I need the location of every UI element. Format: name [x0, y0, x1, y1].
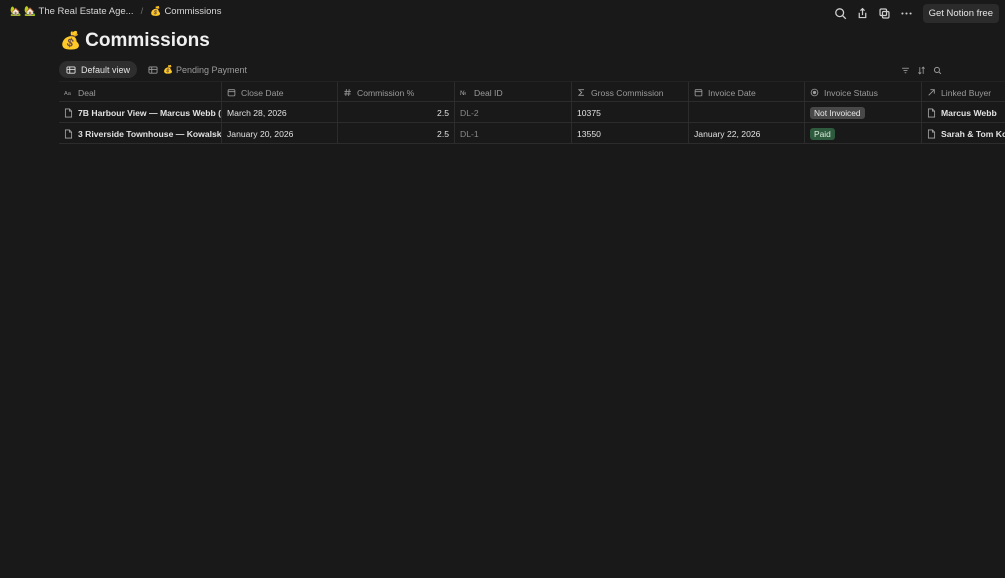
duplicate-button[interactable]: [875, 3, 895, 23]
table-icon: [66, 65, 76, 74]
table-header-row: Aa Deal Close Date Commission % № Deal I…: [59, 81, 1005, 103]
column-label: Gross Commission: [591, 87, 664, 98]
table-row[interactable]: 3 Riverside Townhouse — Kowalski January…: [59, 123, 1005, 144]
column-header-deal-id[interactable]: № Deal ID: [455, 82, 572, 103]
table-search-button[interactable]: [929, 63, 945, 77]
page-icon: [64, 108, 73, 117]
sort-icon: [917, 66, 925, 74]
page-icon: [927, 129, 936, 138]
money-bag-icon: 💰: [60, 31, 82, 50]
column-label: Deal: [78, 87, 96, 98]
column-label: Close Date: [241, 87, 284, 98]
relation-arrow-icon: [928, 89, 935, 96]
page-icon: [927, 108, 936, 117]
tab-default-view[interactable]: Default view: [59, 61, 138, 78]
table-icon: [148, 65, 158, 74]
status-icon: [810, 88, 819, 97]
cell-invoice-date[interactable]: [689, 102, 805, 123]
column-header-close-date[interactable]: Close Date: [222, 82, 338, 103]
breadcrumb: 🏡 🏡 The Real Estate Age... / 💰 Commissio…: [10, 6, 221, 17]
cell-commission-pct[interactable]: 2.5: [338, 102, 455, 123]
sigma-icon: [577, 89, 585, 96]
cell-invoice-date[interactable]: January 22, 2026: [689, 123, 805, 144]
cell-close-date[interactable]: January 20, 2026: [222, 123, 338, 144]
svg-text:№: №: [460, 90, 466, 97]
table-row[interactable]: 7B Harbour View — Marcus Webb (pe March …: [59, 102, 1005, 123]
cell-deal-id[interactable]: DL-1: [455, 123, 572, 144]
column-header-deal[interactable]: Aa Deal: [59, 82, 222, 103]
column-header-linked-buyer[interactable]: Linked Buyer: [922, 82, 1005, 103]
get-notion-free-button[interactable]: Get Notion free: [922, 3, 999, 23]
cell-invoice-status[interactable]: Not Invoiced: [805, 102, 922, 123]
column-label: Commission %: [357, 87, 415, 98]
search-icon: [835, 7, 847, 19]
more-icon: [901, 11, 912, 15]
hash-icon: [344, 89, 351, 96]
search-icon: [933, 66, 941, 74]
share-icon: [858, 7, 867, 18]
text-icon: Aa: [64, 91, 72, 97]
table-tools: [897, 63, 945, 77]
cell-gross-commission[interactable]: 10375: [572, 102, 689, 123]
commissions-table: Aa Deal Close Date Commission % № Deal I…: [59, 81, 1005, 144]
page-title-text: Commissions: [85, 30, 210, 51]
breadcrumb-workspace-label: 🏡 The Real Estate Age...: [24, 6, 134, 17]
calendar-icon: [694, 89, 703, 97]
linked-buyer-name: Sarah & Tom Kow: [941, 128, 1005, 139]
cell-deal[interactable]: 7B Harbour View — Marcus Webb (pe: [59, 102, 222, 123]
top-bar: 🏡 🏡 The Real Estate Age... / 💰 Commissio…: [0, 0, 1005, 26]
breadcrumb-workspace[interactable]: 🏡 🏡 The Real Estate Age...: [10, 6, 134, 17]
breadcrumb-commissions[interactable]: 💰 Commissions: [150, 6, 221, 17]
cell-invoice-status[interactable]: Paid: [805, 123, 922, 144]
column-label: Linked Buyer: [941, 87, 992, 98]
column-label: Invoice Date: [708, 87, 756, 98]
cell-deal[interactable]: 3 Riverside Townhouse — Kowalski: [59, 123, 222, 144]
duplicate-icon: [879, 7, 890, 19]
sort-button[interactable]: [913, 63, 929, 77]
column-label: Deal ID: [474, 87, 503, 98]
tab-pending-payment[interactable]: 💰 Pending Payment: [141, 61, 254, 78]
more-button[interactable]: [897, 3, 917, 23]
money-bag-icon: 💰: [150, 6, 162, 16]
money-bag-icon: 💰: [163, 65, 173, 74]
linked-buyer-name: Marcus Webb: [941, 107, 997, 118]
status-badge: Paid: [810, 127, 835, 140]
search-button[interactable]: [831, 3, 851, 23]
tab-default-view-label: Default view: [81, 64, 131, 75]
share-button[interactable]: [853, 3, 873, 23]
cell-deal-id[interactable]: DL-2: [455, 102, 572, 123]
cell-commission-pct[interactable]: 2.5: [338, 123, 455, 144]
svg-text:Aa: Aa: [64, 91, 72, 97]
filter-icon: [901, 67, 909, 73]
page-title: 💰 Commissions: [60, 30, 210, 52]
cell-gross-commission[interactable]: 13550: [572, 123, 689, 144]
page-icon: [64, 129, 73, 138]
status-badge: Not Invoiced: [810, 106, 865, 119]
house-icon: 🏡: [10, 6, 22, 16]
cell-linked-buyer[interactable]: Sarah & Tom Kow: [922, 123, 1005, 144]
tab-pending-payment-label: Pending Payment: [176, 64, 248, 75]
deal-name: 7B Harbour View — Marcus Webb (pe: [78, 107, 222, 118]
deal-name: 3 Riverside Townhouse — Kowalski: [78, 128, 222, 139]
top-actions: Get Notion free: [829, 3, 999, 23]
column-label: Invoice Status: [824, 87, 878, 98]
column-header-gross-commission[interactable]: Gross Commission: [572, 82, 689, 103]
cell-close-date[interactable]: March 28, 2026: [222, 102, 338, 123]
breadcrumb-commissions-label: Commissions: [164, 6, 222, 17]
filter-button[interactable]: [897, 63, 913, 77]
number-icon: №: [460, 90, 466, 97]
breadcrumb-separator: /: [140, 6, 144, 17]
view-tabs: Default view 💰 Pending Payment: [59, 61, 258, 78]
column-header-invoice-date[interactable]: Invoice Date: [689, 82, 805, 103]
column-header-invoice-status[interactable]: Invoice Status: [805, 82, 922, 103]
column-header-commission-pct[interactable]: Commission %: [338, 82, 455, 103]
calendar-icon: [227, 89, 236, 97]
cell-linked-buyer[interactable]: Marcus Webb: [922, 102, 1005, 123]
